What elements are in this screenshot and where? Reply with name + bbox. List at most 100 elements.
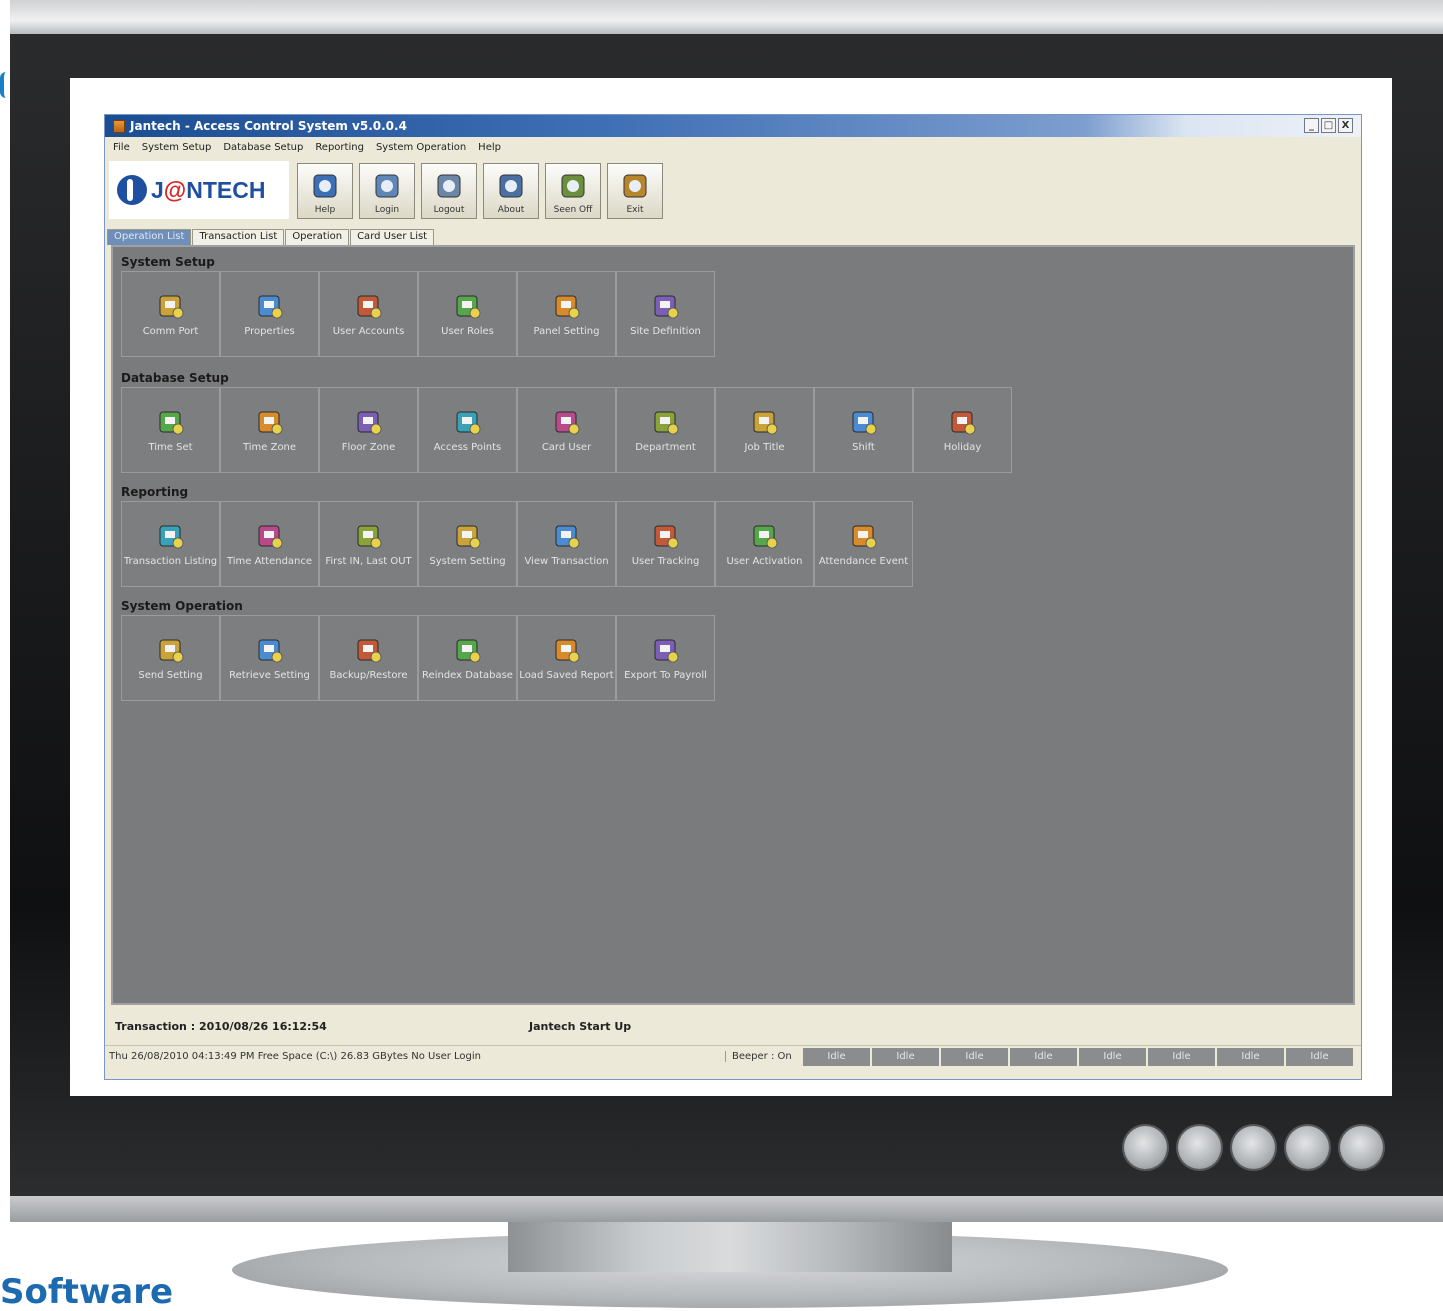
tile-user-accounts[interactable]: User Accounts	[319, 271, 418, 357]
operation-panel: System Setup Comm Port Properties User Acco…	[111, 245, 1355, 1005]
tile-view-transaction[interactable]: View Transaction	[517, 501, 616, 587]
about-icon	[495, 172, 527, 202]
tile-label: Properties	[244, 325, 295, 337]
tile-first-in-last-out[interactable]: First IN, Last OUT	[319, 501, 418, 587]
toolbar: J@NTECH Help Login Logout About Seen Off Exit	[105, 157, 1361, 225]
app-icon	[113, 119, 125, 133]
tile-site-definition[interactable]: Site Definition	[616, 271, 715, 357]
toolbar-button-help[interactable]: Help	[297, 163, 353, 219]
time-attendance-icon	[254, 521, 286, 551]
properties-icon	[254, 291, 286, 321]
seen-off-icon	[557, 172, 589, 202]
tab-operation[interactable]: Operation	[285, 229, 350, 245]
app-window: Jantech - Access Control System v5.0.0.4…	[104, 114, 1362, 1080]
tile-time-attendance[interactable]: Time Attendance	[220, 501, 319, 587]
tile-label: Time Attendance	[226, 555, 313, 567]
toolbar-button-about[interactable]: About	[483, 163, 539, 219]
tile-label: Holiday	[943, 441, 982, 453]
load-saved-report-icon	[551, 635, 583, 665]
tile-access-points[interactable]: Access Points	[418, 387, 517, 473]
tile-user-roles[interactable]: User Roles	[418, 271, 517, 357]
hardware-button[interactable]	[1232, 1126, 1275, 1169]
menu-help[interactable]: Help	[478, 142, 501, 153]
send-setting-icon	[155, 635, 187, 665]
tile-job-title[interactable]: Job Title	[715, 387, 814, 473]
tile-holiday[interactable]: Holiday	[913, 387, 1012, 473]
site-definition-icon	[650, 291, 682, 321]
group-grid: Comm Port Properties User Accounts User Rol…	[121, 271, 715, 357]
hardware-button[interactable]	[1340, 1126, 1383, 1169]
menu-system-operation[interactable]: System Operation	[376, 142, 466, 153]
tile-panel-setting[interactable]: Panel Setting	[517, 271, 616, 357]
tile-label: User Tracking	[631, 555, 700, 567]
tile-attendance-event[interactable]: Attendance Event	[814, 501, 913, 587]
tile-label: Time Set	[148, 441, 193, 453]
tile-comm-port[interactable]: Comm Port	[121, 271, 220, 357]
tile-load-saved-report[interactable]: Load Saved Report	[517, 615, 616, 701]
maximize-button[interactable]: □	[1321, 118, 1336, 133]
tile-reindex-database[interactable]: Reindex Database	[418, 615, 517, 701]
tile-backup-restore[interactable]: Backup/Restore	[319, 615, 418, 701]
hardware-buttons	[1124, 1126, 1383, 1169]
logout-icon	[433, 172, 465, 202]
logo-mark-icon	[117, 175, 147, 205]
group-grid: Send Setting Retrieve Setting Backup/Resto…	[121, 615, 715, 701]
tile-time-zone[interactable]: Time Zone	[220, 387, 319, 473]
tile-label: Site Definition	[630, 325, 701, 337]
tile-time-set[interactable]: Time Set	[121, 387, 220, 473]
user-activation-icon	[749, 521, 781, 551]
toolbar-button-label: Help	[314, 205, 336, 215]
tile-shift[interactable]: Shift	[814, 387, 913, 473]
tile-label: Floor Zone	[341, 441, 396, 453]
minimize-button[interactable]: _	[1304, 118, 1319, 133]
menu-system-setup[interactable]: System Setup	[142, 142, 212, 153]
company-logo: J@NTECH	[109, 161, 289, 219]
user-tracking-icon	[650, 521, 682, 551]
tile-retrieve-setting[interactable]: Retrieve Setting	[220, 615, 319, 701]
tab-operation-list[interactable]: Operation List	[107, 229, 192, 245]
login-icon	[371, 172, 403, 202]
hardware-button[interactable]	[1124, 1126, 1167, 1169]
hardware-button[interactable]	[1178, 1126, 1221, 1169]
tile-card-user[interactable]: Card User	[517, 387, 616, 473]
export-to-payroll-icon	[650, 635, 682, 665]
access-points-icon	[452, 407, 484, 437]
toolbar-button-logout[interactable]: Logout	[421, 163, 477, 219]
tab-card-user-list[interactable]: Card User List	[350, 229, 435, 245]
menu-database-setup[interactable]: Database Setup	[223, 142, 303, 153]
tile-properties[interactable]: Properties	[220, 271, 319, 357]
tile-label: First IN, Last OUT	[325, 555, 412, 567]
tile-user-activation[interactable]: User Activation	[715, 501, 814, 587]
tile-floor-zone[interactable]: Floor Zone	[319, 387, 418, 473]
tile-label: Comm Port	[142, 325, 199, 337]
toolbar-button-seen-off[interactable]: Seen Off	[545, 163, 601, 219]
idle-indicator: Idle	[872, 1047, 939, 1066]
comm-port-icon	[155, 291, 187, 321]
system-setting-icon	[452, 521, 484, 551]
tile-system-setting[interactable]: System Setting	[418, 501, 517, 587]
tile-export-to-payroll[interactable]: Export To Payroll	[616, 615, 715, 701]
system-info-text: Thu 26/08/2010 04:13:49 PM Free Space (C…	[109, 1051, 481, 1062]
hardware-button[interactable]	[1286, 1126, 1329, 1169]
tile-label: Retrieve Setting	[229, 669, 310, 681]
tile-department[interactable]: Department	[616, 387, 715, 473]
tab-transaction-list[interactable]: Transaction List	[192, 229, 285, 245]
menu-reporting[interactable]: Reporting	[315, 142, 364, 153]
tile-send-setting[interactable]: Send Setting	[121, 615, 220, 701]
toolbar-button-exit[interactable]: Exit	[607, 163, 663, 219]
startup-status-text: Jantech Start Up	[529, 1019, 632, 1033]
close-button[interactable]: X	[1338, 118, 1353, 133]
tile-label: Reindex Database	[422, 669, 513, 681]
monitor-bottom-rim	[10, 1196, 1443, 1222]
last-transaction-text: Transaction : 2010/08/26 16:12:54	[115, 1019, 327, 1033]
tile-transaction-listing[interactable]: Transaction Listing	[121, 501, 220, 587]
tile-user-tracking[interactable]: User Tracking	[616, 501, 715, 587]
window-titlebar[interactable]: Jantech - Access Control System v5.0.0.4…	[105, 115, 1361, 137]
group-title-reporting: Reporting	[121, 485, 189, 499]
idle-indicator: Idle	[1217, 1047, 1284, 1066]
tile-label: System Setting	[429, 555, 506, 567]
menubar: File System Setup Database Setup Reporti…	[105, 137, 1361, 157]
toolbar-button-login[interactable]: Login	[359, 163, 415, 219]
menu-file[interactable]: File	[113, 142, 130, 153]
user-roles-icon	[452, 291, 484, 321]
